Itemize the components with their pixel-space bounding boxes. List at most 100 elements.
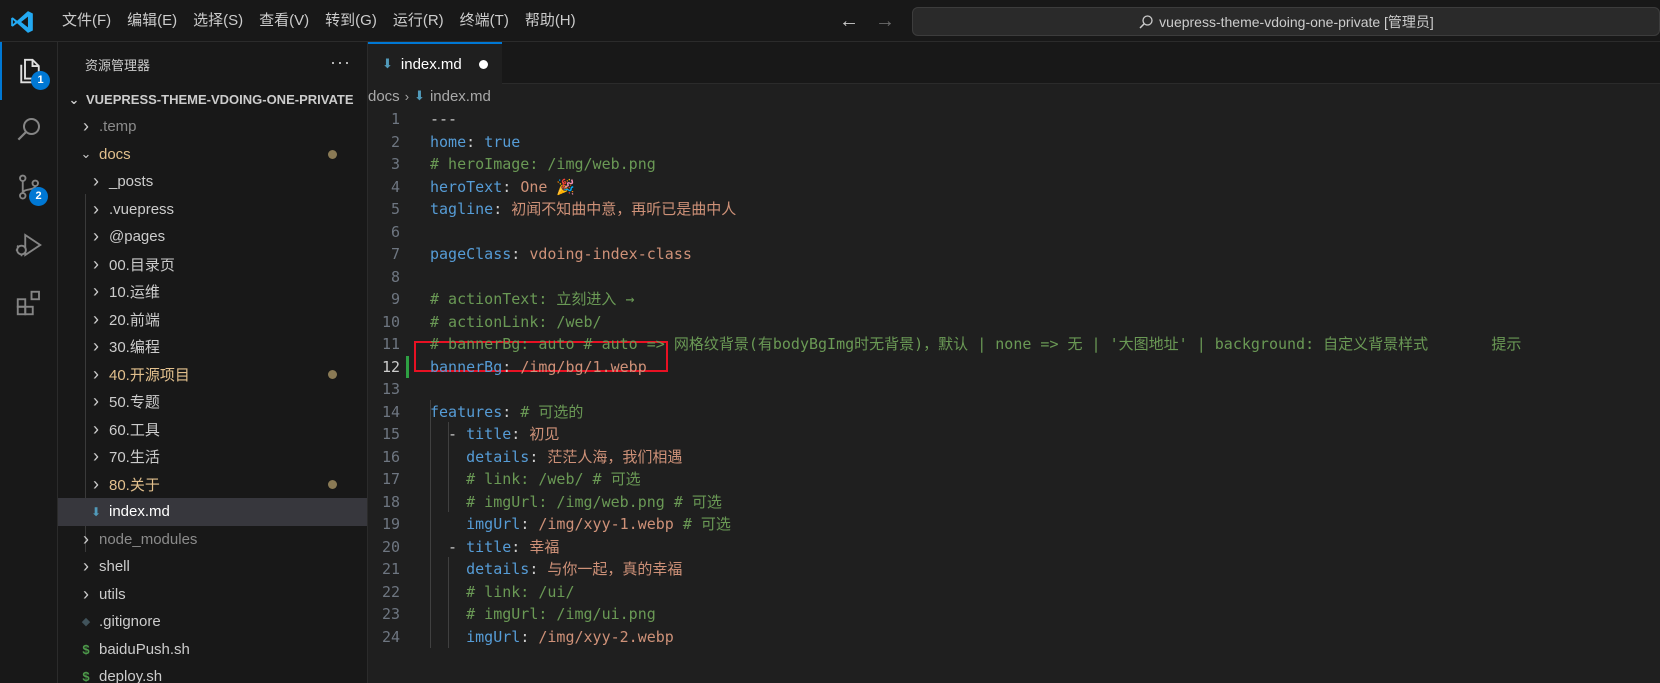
chevron-right-icon: › (93, 363, 99, 384)
code-line[interactable]: 12 bannerBg: /img/bg/1.webp (368, 355, 1660, 378)
line-number: 15 (381, 425, 400, 443)
activity-extensions[interactable] (0, 274, 58, 332)
chevron-right-icon: › (83, 116, 89, 137)
tab-index-md[interactable]: ⬇ index.md (368, 42, 502, 84)
menu-help[interactable]: 帮助(H) (517, 8, 584, 34)
tree-item-file-gitignore[interactable]: ◆ .gitignore (58, 608, 367, 636)
code-token: # bannerBg: auto # auto => 网格纹背景(有bodyBg… (430, 335, 1522, 353)
code-token: /img/bg/1.webp (520, 357, 647, 376)
tree-item-folder-40[interactable]: › 40.开源项目 (58, 361, 367, 389)
code-line[interactable]: 15 - title: 初见 (368, 423, 1660, 446)
code-line[interactable]: 24 imgUrl: /img/xyy-2.webp (368, 626, 1660, 649)
tree-item-folder-shell[interactable]: › shell (58, 553, 367, 581)
code-line[interactable]: 22 # link: /ui/ (368, 581, 1660, 604)
code-line[interactable]: 8 (368, 266, 1660, 289)
line-text: # link: /web/ # 可选 (430, 468, 641, 491)
tree-item-folder-80[interactable]: › 80.关于 (58, 471, 367, 499)
tree-item-folder-temp[interactable]: › .temp (58, 113, 367, 141)
tree-item-folder-30[interactable]: › 30.编程 (58, 333, 367, 361)
code-line[interactable]: 11 # bannerBg: auto # auto => 网格纹背景(有body… (368, 333, 1660, 356)
code-line[interactable]: 3 # heroImage: /img/web.png (368, 153, 1660, 176)
tree-item-file-baidupush-sh[interactable]: $ baiduPush.sh (58, 636, 367, 664)
code-line[interactable]: 7 pageClass: vdoing-index-class (368, 243, 1660, 266)
code-token: 与你一起，真的幸福 (547, 560, 683, 578)
code-line[interactable]: 6 (368, 221, 1660, 244)
command-center-search[interactable]: vuepress-theme-vdoing-one-private [管理员] (912, 7, 1660, 36)
code-token: imgUrl (466, 627, 521, 646)
tree-item-folder-00[interactable]: › 00.目录页 (58, 251, 367, 279)
menu-go[interactable]: 转到(G) (317, 8, 385, 34)
back-arrow-icon[interactable]: ← (838, 9, 860, 33)
tree-item-folder-pages[interactable]: › @pages (58, 223, 367, 251)
tree-item-folder-10[interactable]: › 10.运维 (58, 278, 367, 306)
code-token: bannerBg (430, 357, 503, 376)
line-text: pageClass: vdoing-index-class (430, 243, 692, 266)
more-actions-icon[interactable]: ··· (330, 52, 351, 73)
code-editor[interactable]: 1 --- 2 home: true 3 # heroImage: /img/web.pn… (368, 108, 1660, 648)
menu-selection[interactable]: 选择(S) (185, 8, 251, 34)
code-token: : (466, 132, 485, 151)
code-token: : (529, 560, 548, 578)
code-line[interactable]: 10 # actionLink: /web/ (368, 311, 1660, 334)
code-line[interactable]: 19 imgUrl: /img/xyy-1.webp # 可选 (368, 513, 1660, 536)
code-token: : (520, 627, 539, 646)
code-token: home (430, 132, 467, 151)
tree-item-file-deploy-sh[interactable]: $ deploy.sh (58, 663, 367, 683)
code-token: 幸福 (529, 537, 560, 556)
code-line[interactable]: 4 heroText: One 🎉 (368, 176, 1660, 199)
menu-terminal[interactable]: 终端(T) (452, 8, 517, 34)
code-token: vdoing-index-class (529, 245, 692, 263)
tree-item-folder-utils[interactable]: › utils (58, 581, 367, 609)
navigation-arrows: ← → (838, 9, 896, 33)
activity-run-debug[interactable] (0, 216, 58, 274)
code-line[interactable]: 14 features: # 可选的 (368, 401, 1660, 424)
tree-item-folder-20[interactable]: › 20.前端 (58, 306, 367, 334)
activity-source-control[interactable]: 2 (0, 158, 58, 216)
activity-explorer[interactable]: 1 (0, 42, 58, 100)
unsaved-dot-icon[interactable] (479, 60, 488, 69)
workspace-root[interactable]: ⌄ VUEPRESS-THEME-VDOING-ONE-PRIVATE (58, 86, 367, 113)
menu-view[interactable]: 查看(V) (251, 8, 317, 34)
tab-bar: ⬇ index.md (368, 42, 1660, 84)
code-line[interactable]: 13 (368, 378, 1660, 401)
tree-item-folder-70[interactable]: › 70.生活 (58, 443, 367, 471)
code-line[interactable]: 9 # actionText: 立刻进入 → (368, 288, 1660, 311)
tree-item-file-index-md[interactable]: ⬇ index.md (58, 498, 367, 526)
breadcrumb-file[interactable]: index.md (430, 88, 491, 105)
breadcrumb-folder[interactable]: docs (368, 88, 400, 105)
tree-item-folder-60[interactable]: › 60.工具 (58, 416, 367, 444)
code-line[interactable]: 5 tagline: 初闻不知曲中意，再听已是曲中人 (368, 198, 1660, 221)
vscode-logo-icon[interactable] (9, 9, 35, 35)
code-line[interactable]: 21 details: 与你一起，真的幸福 (368, 558, 1660, 581)
line-number: 4 (390, 177, 400, 196)
line-text: details: 茫茫人海，我们相遇 (430, 446, 682, 469)
code-line[interactable]: 17 # link: /web/ # 可选 (368, 468, 1660, 491)
command-center-label: vuepress-theme-vdoing-one-private [管理员] (1159, 13, 1434, 30)
code-line[interactable]: 23 # imgUrl: /img/ui.png (368, 603, 1660, 626)
code-token: # 可选的 (520, 402, 584, 421)
code-line[interactable]: 16 details: 茫茫人海，我们相遇 (368, 446, 1660, 469)
code-token: 初见 (529, 425, 560, 443)
tree-item-folder-50[interactable]: › 50.专题 (58, 388, 367, 416)
code-token: details (466, 447, 530, 466)
menu-file[interactable]: 文件(F) (54, 8, 119, 34)
tree-item-folder-node-modules[interactable]: › node_modules (58, 526, 367, 554)
tree-item-folder-posts[interactable]: › _posts (58, 168, 367, 196)
tree-item-label: baiduPush.sh (99, 640, 190, 658)
tree-item-label: 80.关于 (109, 476, 160, 494)
line-text: imgUrl: /img/xyy-1.webp # 可选 (430, 513, 731, 536)
forward-arrow-icon[interactable]: → (874, 9, 896, 33)
code-token: # 可选 (673, 515, 731, 533)
code-token: imgUrl (466, 515, 521, 533)
code-line[interactable]: 18 # imgUrl: /img/web.png # 可选 (368, 491, 1660, 514)
tree-item-folder-vuepress[interactable]: › .vuepress (58, 196, 367, 224)
code-line[interactable]: 2 home: true (368, 131, 1660, 154)
code-line[interactable]: 1 --- (368, 108, 1660, 131)
code-line[interactable]: 20 - title: 幸福 (368, 536, 1660, 559)
menu-run[interactable]: 运行(R) (385, 8, 452, 34)
breadcrumb-separator: › (404, 88, 410, 104)
code-token: title (466, 537, 512, 556)
tree-item-folder-docs[interactable]: ⌄ docs (58, 141, 367, 169)
activity-search[interactable] (0, 100, 58, 158)
menu-edit[interactable]: 编辑(E) (119, 8, 185, 34)
